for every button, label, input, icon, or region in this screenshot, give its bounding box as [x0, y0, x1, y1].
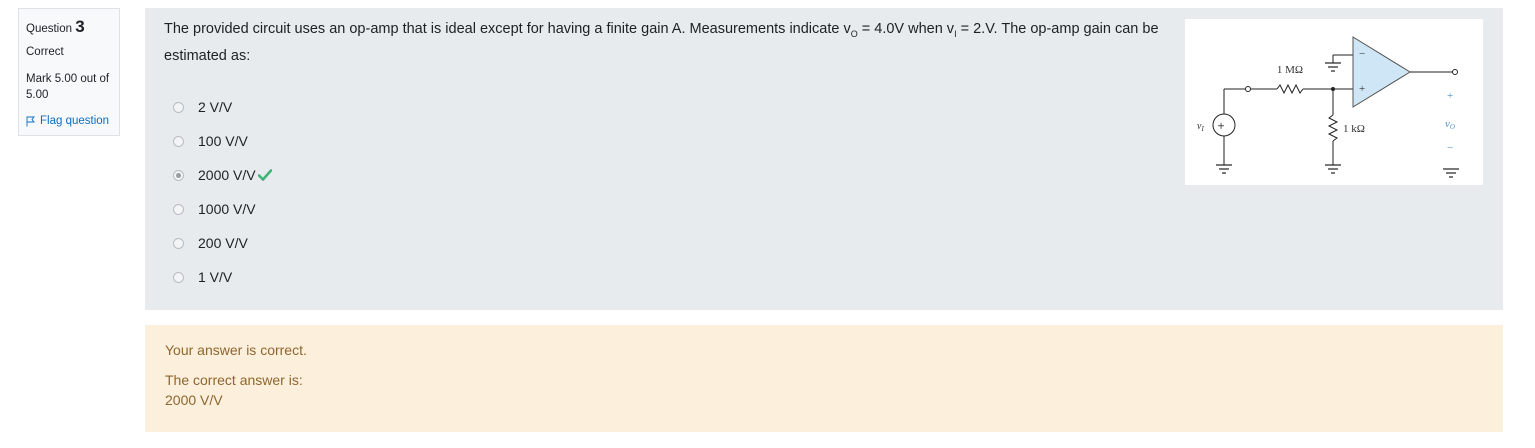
- ground-symbol: [1216, 164, 1232, 174]
- answer-label: 100 V/V: [198, 133, 248, 149]
- opamp-minus: −: [1359, 48, 1365, 60]
- answer-option[interactable]: 2000 V/V: [173, 158, 272, 192]
- answer-options: 2 V/V 100 V/V 2000 V/V 1000 V/V 200 V/V …: [173, 90, 272, 294]
- question-state: Correct: [26, 45, 64, 58]
- circuit-diagram: + vI 1 MΩ 1 kΩ − + + vO −: [1185, 19, 1483, 185]
- answer-radio[interactable]: [173, 237, 184, 249]
- question-number-value: 3: [75, 17, 85, 36]
- resistor-1m-label: 1 MΩ: [1277, 64, 1303, 76]
- correct-answer-intro: The correct answer is:: [165, 372, 303, 388]
- question-word: Question: [26, 23, 73, 35]
- answer-option[interactable]: 1000 V/V: [173, 192, 272, 226]
- resistor-1k: [1327, 114, 1339, 142]
- output-label: vO: [1445, 118, 1455, 131]
- flag-icon: [26, 116, 35, 127]
- ground-symbol: [1325, 164, 1341, 174]
- answer-option[interactable]: 100 V/V: [173, 124, 272, 158]
- answer-radio[interactable]: [173, 271, 184, 283]
- answer-radio[interactable]: [173, 203, 184, 215]
- output-minus: −: [1447, 142, 1453, 154]
- resistor-1k-label: 1 kΩ: [1343, 123, 1365, 135]
- answer-radio[interactable]: [173, 101, 184, 113]
- question-formulation: The provided circuit uses an op-amp that…: [145, 8, 1503, 310]
- ground-symbol: [1325, 62, 1341, 72]
- source-label: vI: [1197, 121, 1204, 133]
- resistor-1m: [1276, 83, 1304, 95]
- flag-question-label: Flag question: [40, 115, 110, 128]
- feedback-status: Your answer is correct.: [165, 342, 307, 358]
- ground-symbol: [1443, 168, 1459, 178]
- answer-label: 1 V/V: [198, 269, 233, 285]
- circuit-svg: + vI 1 MΩ 1 kΩ − + + vO −: [1197, 36, 1459, 178]
- answer-label: 1000 V/V: [198, 201, 256, 217]
- question-number: Question 3: [26, 15, 112, 39]
- answer-radio-selected[interactable]: [173, 169, 184, 181]
- source-plus: +: [1217, 118, 1224, 133]
- opamp-plus: +: [1359, 83, 1365, 95]
- output-terminal: [1452, 69, 1458, 75]
- question-info-panel: Question 3 Correct Mark 5.00 out of 5.00…: [18, 8, 120, 136]
- correct-check-icon: [257, 169, 272, 181]
- answer-option[interactable]: 200 V/V: [173, 226, 272, 260]
- question-grade: Mark 5.00 out of 5.00: [26, 72, 110, 101]
- output-plus: +: [1447, 90, 1453, 102]
- answer-option[interactable]: 1 V/V: [173, 260, 272, 294]
- flag-question-link[interactable]: Flag question: [26, 113, 112, 129]
- input-terminal: [1245, 86, 1251, 92]
- answer-label: 2000 V/V: [198, 167, 256, 183]
- question-text: The provided circuit uses an op-amp that…: [164, 21, 1159, 64]
- answer-radio[interactable]: [173, 135, 184, 147]
- answer-option[interactable]: 2 V/V: [173, 90, 272, 124]
- correct-answer-value: 2000 V/V: [165, 392, 223, 408]
- answer-label: 200 V/V: [198, 235, 248, 251]
- feedback-panel: Your answer is correct. The correct answ…: [145, 325, 1503, 432]
- answer-label: 2 V/V: [198, 99, 233, 115]
